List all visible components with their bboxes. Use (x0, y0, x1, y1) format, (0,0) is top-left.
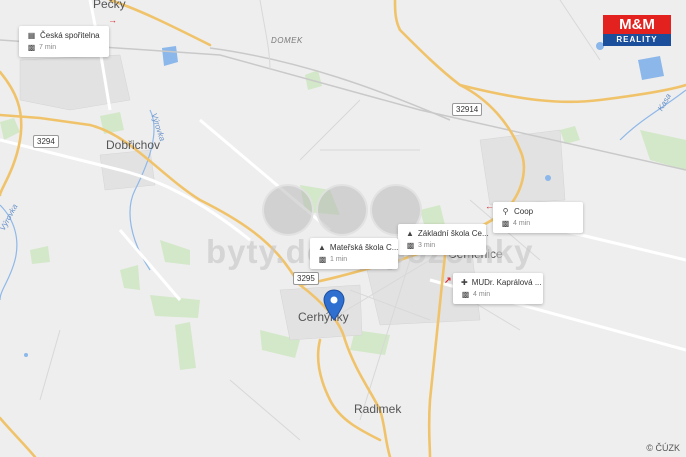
poi-name: Mateřská škola C... (329, 243, 399, 252)
car-icon: ▩ (461, 290, 470, 299)
poi-pointer-icon: ↗ (444, 275, 452, 285)
school-icon: ▲ (406, 229, 414, 238)
poi-time: 1 min (330, 256, 348, 263)
cart-icon: ⚲ (502, 207, 509, 216)
poi-pointer-icon: ← (485, 201, 494, 211)
poi-name: Česká spořitelna (40, 31, 100, 40)
car-icon: ▩ (501, 219, 510, 228)
place-label-domek: DOMEK (271, 36, 303, 45)
poi-name: Coop (514, 207, 534, 216)
copyright-notice: © ČÚZK (646, 443, 680, 453)
mm-reality-logo: M&M REALITY (603, 15, 671, 46)
poi-name: MUDr. Kaprálová ... (471, 278, 542, 287)
place-label-pecky: Pečky (93, 0, 126, 11)
place-label-radimek: Radimek (354, 402, 402, 416)
bank-icon: ▦ (27, 31, 36, 40)
medical-icon: ✚ (461, 278, 468, 287)
place-label-dobrichov: Dobřichov (106, 138, 161, 152)
poi-card-coop[interactable]: ⚲ Coop ▩ 4 min (493, 202, 583, 233)
poi-card-zakladni-skola[interactable]: ▲ Základní škola Ce... ▩ 3 min (398, 224, 489, 255)
poi-pointer-icon: → (108, 15, 117, 25)
poi-name: Základní škola Ce... (417, 229, 489, 238)
school-icon: ▲ (318, 243, 326, 252)
poi-time: 3 min (418, 242, 436, 249)
road-shield-3295: 3295 (293, 272, 319, 285)
watermark-circle-2 (316, 184, 368, 236)
car-icon: ▩ (27, 43, 36, 52)
poi-card-ceska-sporitelna[interactable]: ▦ Česká spořitelna ▩ 7 min (19, 26, 109, 57)
poi-card-mudr-kapralova[interactable]: ✚ MUDr. Kaprálová ... ▩ 4 min (453, 273, 543, 304)
car-icon: ▩ (318, 255, 327, 264)
watermark-circle-1 (262, 184, 314, 236)
logo-bottom-text: REALITY (603, 34, 671, 46)
logo-top-text: M&M (603, 15, 671, 34)
map-canvas[interactable]: Pečky Dobřichov DOMEK Cerhýnky Cerhenice… (0, 0, 686, 457)
poi-time: 7 min (39, 44, 57, 51)
poi-time: 4 min (473, 291, 491, 298)
road-shield-32914: 32914 (452, 103, 483, 116)
location-pin-icon[interactable] (323, 289, 345, 321)
poi-time: 4 min (513, 220, 531, 227)
car-icon: ▩ (406, 241, 415, 250)
road-shield-3294: 3294 (33, 135, 59, 148)
poi-card-materska-skola[interactable]: ▲ Mateřská škola C... ▩ 1 min (310, 238, 398, 269)
